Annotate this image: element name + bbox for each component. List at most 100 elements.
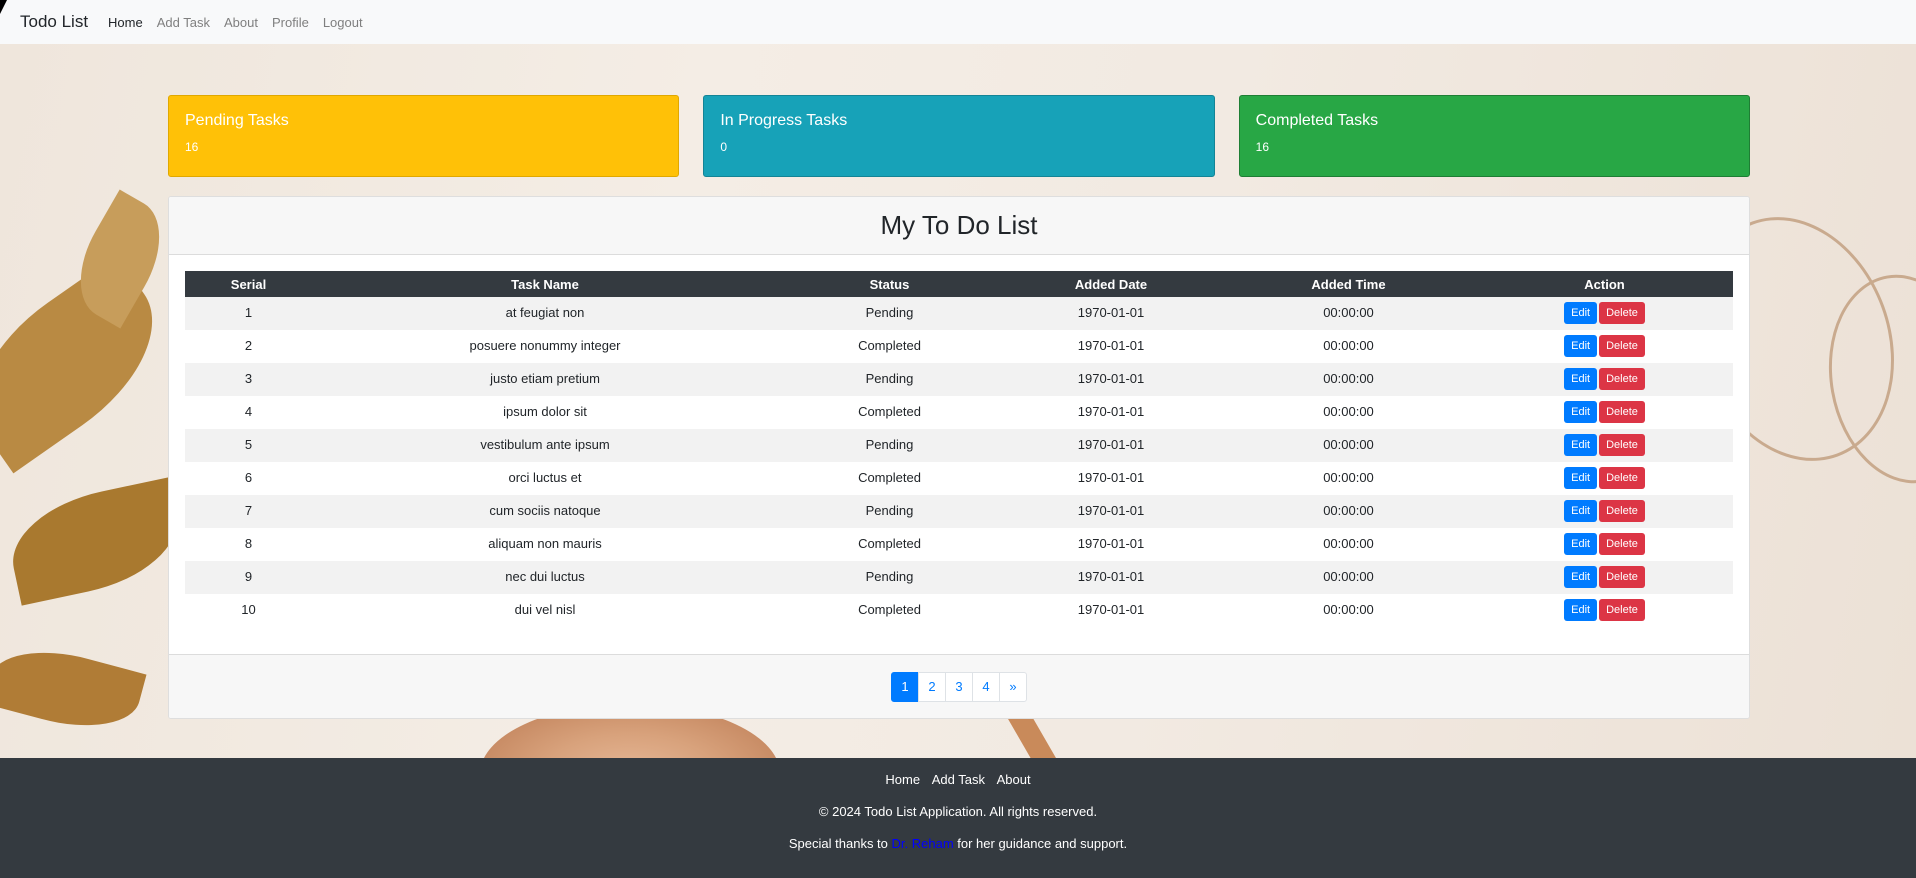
added-date-cell: 1970-01-01 — [1077, 503, 1145, 518]
table-row: 7 cum sociis natoque Pending 1970-01-01 00:0… — [185, 495, 1733, 528]
serial-cell: 5 — [244, 437, 253, 452]
action-cell: Edit Delete — [1476, 561, 1733, 594]
task-name-cell: dui vel nisl — [514, 602, 576, 617]
added-date-cell: 1970-01-01 — [1077, 404, 1145, 419]
pagination-page[interactable]: 4 — [972, 671, 1000, 702]
added-time-cell: 00:00:00 — [1323, 569, 1374, 584]
nav-link-add-task[interactable]: Add Task — [157, 15, 210, 30]
card-title: Completed Tasks — [1255, 112, 1379, 129]
column-header-added-date: Added Date — [1001, 271, 1221, 297]
column-header-task-name: Task Name — [312, 271, 778, 297]
status-cell: Completed — [858, 404, 921, 419]
column-header-status: Status — [778, 271, 1001, 297]
delete-button[interactable]: Delete — [1599, 335, 1645, 357]
task-name-cell: aliquam non mauris — [488, 536, 602, 551]
edit-button[interactable]: Edit — [1564, 500, 1598, 522]
task-name-cell: posuere nonummy integer — [469, 338, 621, 353]
thanks-text: Special thanks to Dr. Reham for her guid… — [0, 836, 1916, 851]
edit-button[interactable]: Edit — [1564, 599, 1598, 621]
nav-link-logout[interactable]: Logout — [323, 15, 363, 30]
edit-button[interactable]: Edit — [1564, 401, 1598, 423]
leaf-decoration — [1, 477, 189, 606]
added-date-cell: 1970-01-01 — [1077, 338, 1145, 353]
pagination-page[interactable]: 3 — [945, 671, 973, 702]
column-header-added-time: Added Time — [1221, 271, 1476, 297]
action-cell: Edit Delete — [1476, 297, 1733, 330]
serial-cell: 1 — [244, 305, 253, 320]
delete-button[interactable]: Delete — [1599, 302, 1645, 324]
action-cell: Edit Delete — [1476, 363, 1733, 396]
action-cell: Edit Delete — [1476, 330, 1733, 363]
nav-link-home[interactable]: Home — [108, 15, 143, 30]
table-row: 3 justo etiam pretium Pending 1970-01-01 00:… — [185, 363, 1733, 396]
footer-link-about[interactable]: About — [997, 772, 1031, 787]
added-time-cell: 00:00:00 — [1323, 602, 1374, 617]
card-title: In Progress Tasks — [720, 112, 848, 129]
edit-button[interactable]: Edit — [1564, 467, 1598, 489]
serial-cell: 10 — [241, 602, 256, 617]
stat-cards: Pending Tasks 16 In Progress Tasks 0 Com… — [168, 95, 1750, 177]
action-cell: Edit Delete — [1476, 528, 1733, 561]
navbar-brand[interactable]: Todo List — [20, 12, 88, 32]
nav-link-profile[interactable]: Profile — [272, 15, 309, 30]
thanks-suffix: for her guidance and support. — [953, 836, 1128, 851]
added-date-cell: 1970-01-01 — [1077, 569, 1145, 584]
delete-button[interactable]: Delete — [1599, 500, 1645, 522]
status-cell: Pending — [865, 305, 914, 320]
page-title: My To Do List — [880, 210, 1038, 240]
serial-cell: 8 — [244, 536, 253, 551]
thanks-name-link[interactable]: Dr. Reham — [892, 836, 954, 851]
task-name-cell: ipsum dolor sit — [503, 404, 587, 419]
card-count: 16 — [185, 140, 199, 154]
footer-link-home[interactable]: Home — [885, 772, 920, 787]
added-time-cell: 00:00:00 — [1323, 536, 1374, 551]
action-cell: Edit Delete — [1476, 396, 1733, 429]
delete-button[interactable]: Delete — [1599, 434, 1645, 456]
copyright-text: © 2024 Todo List Application. All rights… — [818, 804, 1098, 819]
serial-cell: 6 — [244, 470, 253, 485]
mouse-cursor-icon — [0, 0, 14, 14]
completed-tasks-card: Completed Tasks 16 — [1238, 95, 1750, 177]
status-cell: Completed — [858, 338, 921, 353]
pagination-page[interactable]: 1 — [891, 671, 919, 702]
footer-link-add-task[interactable]: Add Task — [932, 772, 985, 787]
pagination-page[interactable]: 2 — [918, 671, 946, 702]
delete-button[interactable]: Delete — [1599, 368, 1645, 390]
edit-button[interactable]: Edit — [1564, 335, 1598, 357]
todo-list-panel: My To Do List Serial Task Name Status Ad… — [168, 196, 1750, 719]
panel-header: My To Do List — [169, 197, 1749, 255]
column-header-serial: Serial — [185, 271, 312, 297]
nav-link-about[interactable]: About — [224, 15, 258, 30]
delete-button[interactable]: Delete — [1599, 401, 1645, 423]
edit-button[interactable]: Edit — [1564, 533, 1598, 555]
table-row: 8 aliquam non mauris Completed 1970-01-01 00… — [185, 528, 1733, 561]
task-table: Serial Task Name Status Added Date Added… — [185, 271, 1733, 627]
added-time-cell: 00:00:00 — [1323, 371, 1374, 386]
delete-button[interactable]: Delete — [1599, 599, 1645, 621]
in-progress-tasks-card: In Progress Tasks 0 — [703, 95, 1215, 177]
delete-button[interactable]: Delete — [1599, 467, 1645, 489]
edit-button[interactable]: Edit — [1564, 368, 1598, 390]
edit-button[interactable]: Edit — [1564, 566, 1598, 588]
added-time-cell: 00:00:00 — [1323, 404, 1374, 419]
status-cell: Pending — [865, 503, 914, 518]
status-cell: Completed — [858, 470, 921, 485]
added-date-cell: 1970-01-01 — [1077, 470, 1145, 485]
pagination-next[interactable]: » — [999, 671, 1027, 702]
added-time-cell: 00:00:00 — [1323, 503, 1374, 518]
task-name-cell: vestibulum ante ipsum — [480, 437, 610, 452]
page-footer: Home Add Task About © 2024 Todo List App… — [0, 758, 1916, 878]
added-date-cell: 1970-01-01 — [1077, 437, 1145, 452]
action-cell: Edit Delete — [1476, 594, 1733, 627]
thanks-prefix: Special thanks to — [788, 836, 892, 851]
serial-cell: 2 — [244, 338, 253, 353]
edit-button[interactable]: Edit — [1564, 434, 1598, 456]
pagination: 1 2 3 4» — [891, 671, 1027, 702]
delete-button[interactable]: Delete — [1599, 566, 1645, 588]
table-row: 6 orci luctus et Completed 1970-01-01 00:00:… — [185, 462, 1733, 495]
action-cell: Edit Delete — [1476, 462, 1733, 495]
table-header-row: Serial Task Name Status Added Date Added… — [185, 271, 1733, 297]
delete-button[interactable]: Delete — [1599, 533, 1645, 555]
card-count: 16 — [1255, 140, 1270, 154]
edit-button[interactable]: Edit — [1564, 302, 1598, 324]
